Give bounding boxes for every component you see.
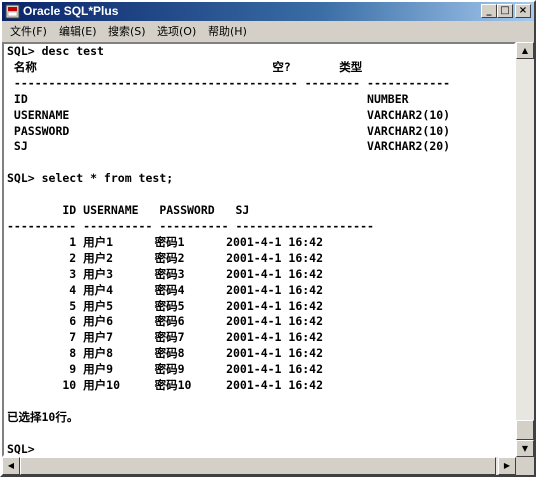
console-line: SJ VARCHAR2(20) (7, 139, 451, 154)
console-line: 名称 空? 类型 (7, 59, 363, 74)
maximize-button[interactable]: □ (497, 4, 513, 18)
console-line: 2 用户2 密码2 2001-4-1 16:42 (7, 250, 324, 265)
console-line: 1 用户1 密码1 2001-4-1 16:42 (7, 234, 324, 249)
console-output[interactable]: SQL> desc test 名称 空? 类型 ----------------… (2, 42, 516, 457)
scrollbar-corner (516, 457, 534, 475)
console-line: SQL> desc test (7, 44, 104, 58)
scroll-right-button[interactable]: ▶ (498, 457, 516, 475)
console-line: 5 用户5 密码5 2001-4-1 16:42 (7, 298, 324, 313)
console-line: PASSWORD VARCHAR2(10) (7, 123, 451, 138)
scroll-down-button[interactable]: ▼ (516, 440, 534, 457)
console-line: ----------------------------------------… (7, 75, 451, 90)
horizontal-scroll-thumb[interactable] (20, 457, 496, 475)
console-line: USERNAME VARCHAR2(10) (7, 107, 451, 122)
close-button[interactable]: × (515, 4, 531, 18)
oracle-app-icon (5, 4, 20, 19)
minimize-button[interactable]: _ (481, 4, 497, 18)
window-title: Oracle SQL*Plus (23, 4, 119, 18)
console-line: 已选择10行。 (7, 409, 79, 424)
menu-options[interactable]: 选项(O) (155, 22, 198, 41)
console-line: SQL> select * from test; (7, 171, 174, 186)
vertical-scrollbar[interactable]: ▲ ▼ (516, 42, 534, 457)
console-line: ID USERNAME PASSWORD SJ (7, 203, 250, 218)
menu-search[interactable]: 搜索(S) (106, 22, 148, 41)
menu-bar: 文件(F) 编辑(E) 搜索(S) 选项(O) 帮助(H) (2, 22, 534, 41)
menu-help[interactable]: 帮助(H) (206, 22, 249, 41)
console-text: SQL> desc test 名称 空? 类型 ----------------… (4, 44, 514, 456)
sqlplus-window: Oracle SQL*Plus _ □ × 文件(F) 编辑(E) 搜索(S) … (0, 0, 536, 477)
vertical-scroll-thumb[interactable] (516, 420, 534, 440)
console-line: 3 用户3 密码3 2001-4-1 16:42 (7, 266, 324, 281)
console-line: 8 用户8 密码8 2001-4-1 16:42 (7, 346, 324, 361)
console-line: ---------- ---------- ---------- -------… (7, 218, 374, 233)
console-line: 10 用户10 密码10 2001-4-1 16:42 (7, 378, 324, 393)
console-line: 4 用户4 密码4 2001-4-1 16:42 (7, 282, 324, 297)
title-bar[interactable]: Oracle SQL*Plus _ □ × (2, 2, 534, 21)
scroll-up-button[interactable]: ▲ (516, 42, 534, 59)
menu-edit[interactable]: 编辑(E) (57, 22, 99, 41)
console-line: SQL> (7, 441, 35, 456)
menu-file[interactable]: 文件(F) (8, 22, 49, 41)
console-line: 6 用户6 密码6 2001-4-1 16:42 (7, 314, 324, 329)
scroll-left-button[interactable]: ◀ (2, 457, 20, 475)
horizontal-scrollbar[interactable]: ◀ ▶ (2, 457, 516, 475)
console-line: ID NUMBER (7, 91, 409, 106)
console-line: 9 用户9 密码9 2001-4-1 16:42 (7, 362, 324, 377)
console-line: 7 用户7 密码7 2001-4-1 16:42 (7, 330, 324, 345)
